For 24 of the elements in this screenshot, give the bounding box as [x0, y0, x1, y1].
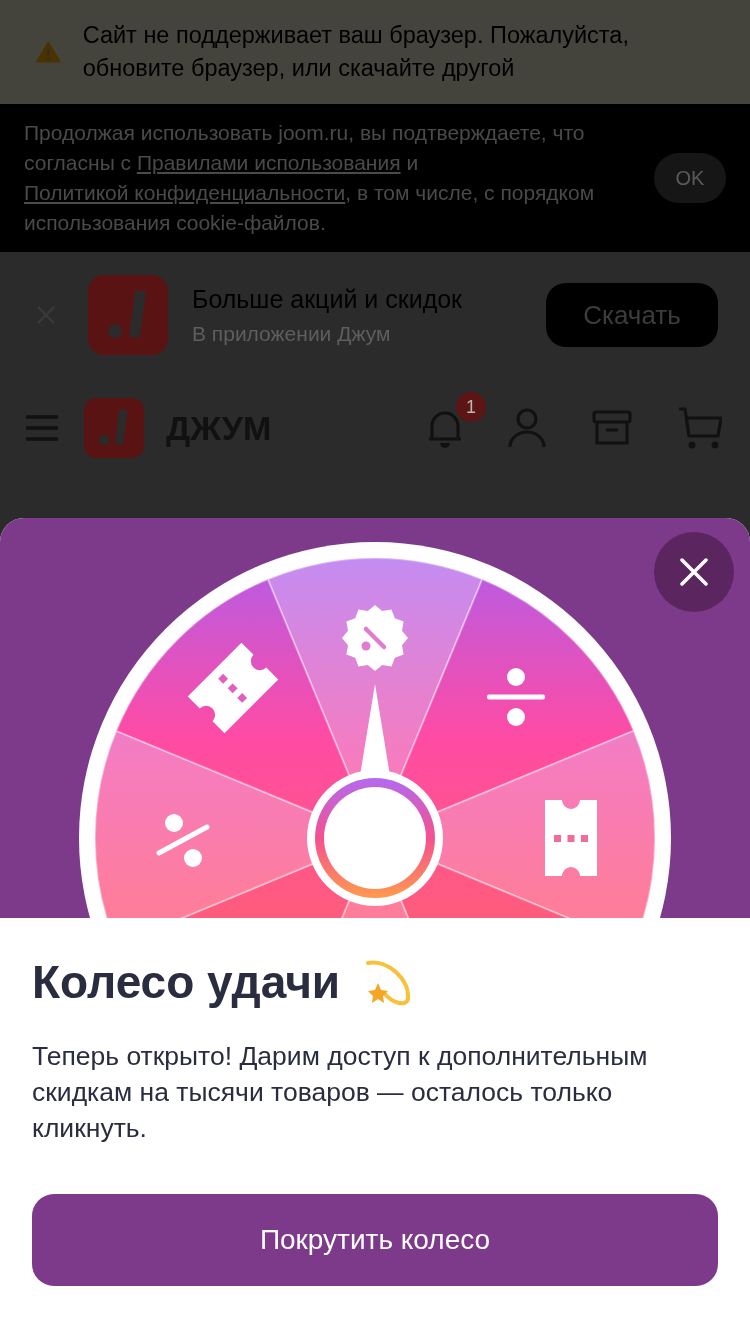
policy-link[interactable]: Правилами использования	[136, 151, 401, 174]
cart-icon[interactable]	[678, 406, 722, 450]
cookie-notice-text: Продолжая использовать joom.ru, вы подтверждаете, что согласны с Правилами использования и Политикой конфиденциальности, в том числе, с порядком использования cookie-файлов.	[24, 120, 596, 236]
wheel-pointer-icon	[307, 684, 443, 906]
user-icon[interactable]	[508, 408, 546, 448]
bell-icon[interactable]	[428, 408, 462, 448]
divide-icon	[487, 668, 545, 726]
modal-title: Колесо удачи	[32, 955, 341, 1009]
policy-link[interactable]: Политикой конфиденциальности	[24, 181, 346, 204]
spin-wheel-button[interactable]: Покрутить колесо	[32, 1194, 718, 1286]
menu-icon[interactable]	[25, 414, 59, 442]
notification-badge: 1	[456, 392, 486, 422]
app-logo-icon	[88, 275, 168, 355]
percent-icon	[156, 814, 210, 867]
download-button[interactable]: Скачать	[546, 283, 718, 347]
close-icon	[680, 558, 708, 586]
logo-icon	[84, 398, 144, 458]
ticket-icon	[187, 642, 279, 734]
browser-warning-text: Сайт не поддерживает ваш браузер. Пожалуйста, обновите браузер, или скачайте другой	[82, 21, 630, 83]
ok-button[interactable]: OK	[654, 153, 726, 203]
discount-badge-icon	[342, 605, 408, 671]
ticket-icon	[545, 800, 597, 876]
box-icon[interactable]	[592, 410, 632, 446]
modal-description: Теперь открыто! Дарим доступ к дополнительным скидкам на тысячи товаров — осталось только кликнуть.	[32, 1040, 649, 1145]
